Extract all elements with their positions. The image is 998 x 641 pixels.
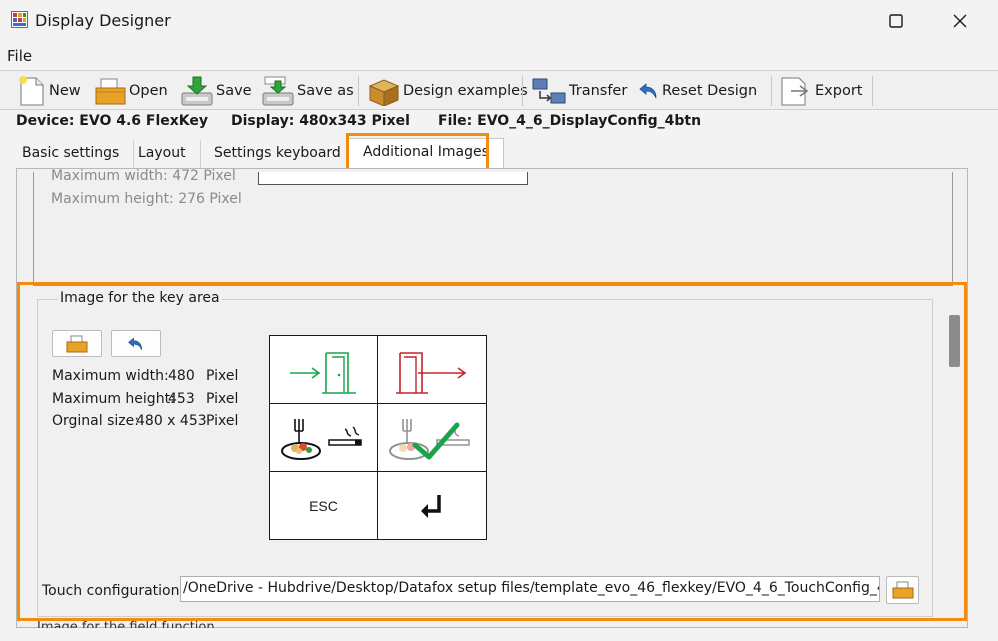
toolbar: New Open Save Save as Design examples Tr… <box>0 70 998 110</box>
design-box-icon <box>368 79 400 106</box>
transfer-label: Transfer <box>569 83 628 99</box>
upper-image-preview <box>258 172 528 185</box>
export-icon <box>781 77 809 106</box>
save-as-button[interactable]: Save as <box>261 73 354 109</box>
transfer-icon <box>532 78 566 104</box>
close-button[interactable] <box>928 0 992 42</box>
menu-bar: File <box>0 44 998 68</box>
upper-image-group: Maximum width: 472 Pixel Maximum height:… <box>33 168 953 286</box>
upper-max-height: Maximum height: 276 Pixel <box>51 191 242 207</box>
close-icon <box>953 14 967 28</box>
key-area-highlight-frame <box>17 282 967 621</box>
toolbar-separator <box>358 76 359 106</box>
toolbar-separator <box>522 76 523 106</box>
device-info: Device: EVO 4.6 FlexKey <box>16 113 209 129</box>
upper-max-width: Maximum width: 472 Pixel <box>51 168 236 182</box>
tab-layout[interactable]: Layout <box>124 140 201 168</box>
save-icon <box>181 76 213 106</box>
design-examples-label: Design examples <box>403 83 528 99</box>
maximize-button[interactable] <box>864 0 928 42</box>
undo-icon <box>639 83 657 99</box>
new-file-icon <box>19 76 44 106</box>
toolbar-separator <box>771 76 772 106</box>
reset-design-label: Reset Design <box>662 83 758 99</box>
reset-design-button[interactable]: Reset Design <box>638 73 757 109</box>
field-function-group-title: Image for the field function <box>37 620 215 628</box>
design-examples-button[interactable]: Design examples <box>367 73 528 109</box>
save-button[interactable]: Save <box>180 73 252 109</box>
window-title: Display Designer <box>35 11 171 30</box>
tab-settings-keyboard[interactable]: Settings keyboard <box>200 140 356 168</box>
app-icon <box>11 11 28 28</box>
export-label: Export <box>815 83 863 99</box>
file-info: File: EVO_4_6_DisplayConfig_4btn <box>438 113 702 129</box>
maximize-icon <box>889 14 903 28</box>
title-bar: Display Designer <box>0 0 998 42</box>
menu-file[interactable]: File <box>7 47 32 65</box>
new-label: New <box>49 83 81 99</box>
save-as-label: Save as <box>297 83 354 99</box>
open-folder-icon <box>95 78 126 105</box>
tab-basic-settings[interactable]: Basic settings <box>8 140 135 168</box>
save-as-icon <box>262 76 294 106</box>
new-button[interactable]: New <box>17 73 81 109</box>
export-button[interactable]: Export <box>779 73 862 109</box>
display-info: Display: 480x343 Pixel <box>231 113 410 129</box>
save-label: Save <box>216 83 252 99</box>
transfer-button[interactable]: Transfer <box>531 73 627 109</box>
open-label: Open <box>129 83 168 99</box>
open-button[interactable]: Open <box>94 73 168 109</box>
toolbar-separator <box>872 76 873 106</box>
